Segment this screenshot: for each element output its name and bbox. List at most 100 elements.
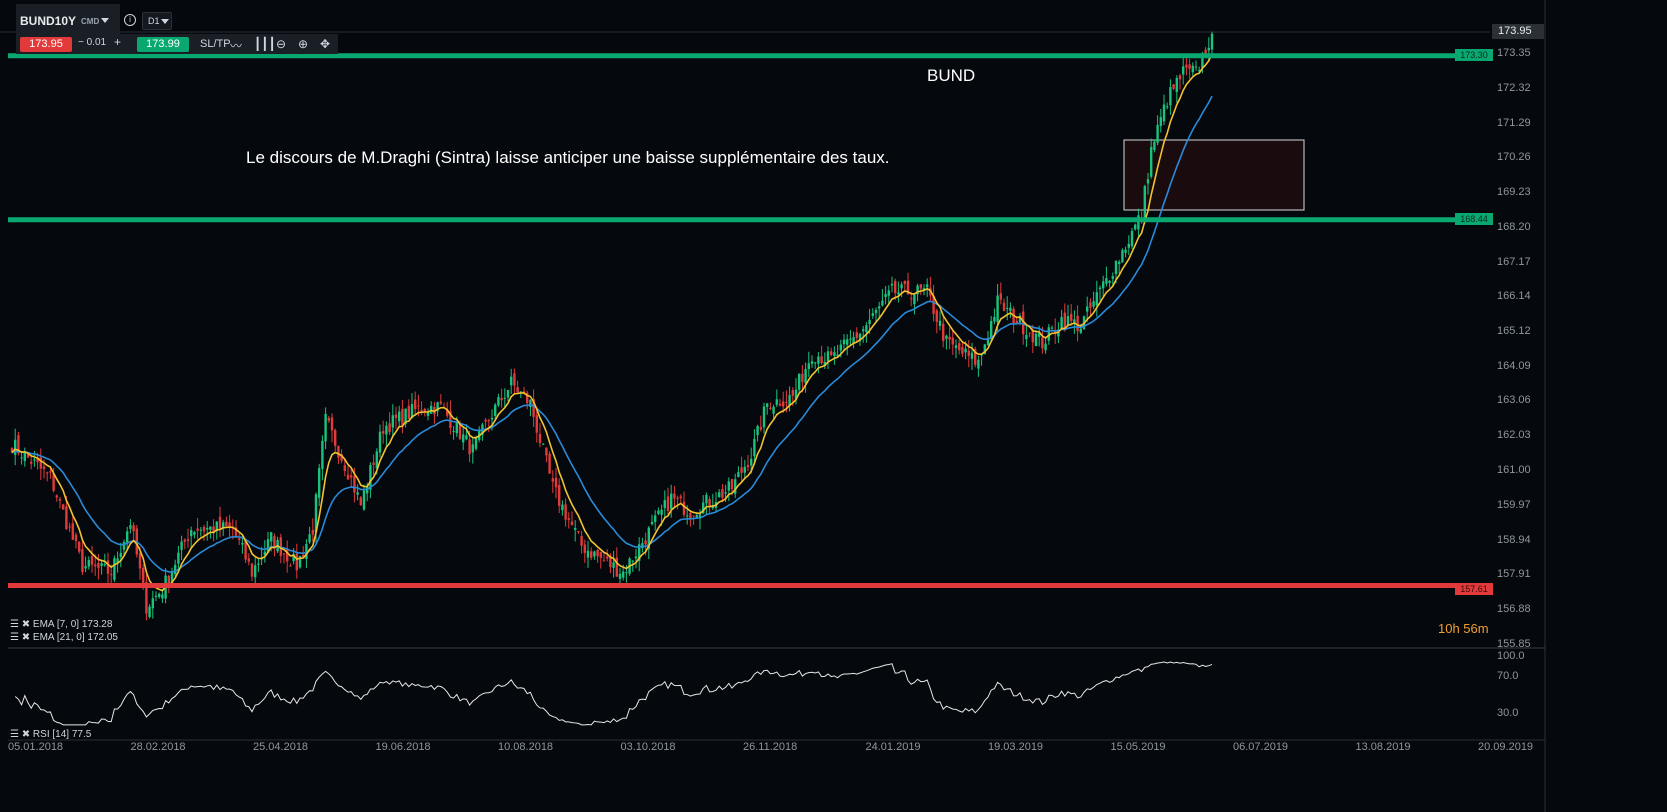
candle-body [452, 431, 455, 433]
candle-body [1031, 330, 1034, 343]
candle-body [798, 373, 801, 390]
candle-body [228, 522, 231, 527]
price-tick: 168.20 [1497, 220, 1531, 233]
candle-body [474, 438, 478, 449]
candle-body [724, 492, 727, 494]
close-icon[interactable]: ✖ [22, 632, 30, 643]
sell-button[interactable]: 173.95 [20, 37, 72, 52]
candle-body [890, 283, 894, 286]
candle-body [382, 431, 385, 434]
decrease-button[interactable]: − [78, 37, 84, 48]
candle-body [545, 447, 548, 456]
close-icon[interactable]: ✖ [22, 619, 30, 630]
candle-body [801, 373, 804, 382]
candle-body [1130, 230, 1134, 247]
candle-body [708, 499, 711, 506]
candle-body [62, 504, 65, 510]
candle-body [484, 419, 487, 422]
zoom-out-icon[interactable]: ⊖ [276, 37, 286, 51]
quantity-field[interactable]: − 0.01 [78, 37, 106, 48]
candle-body [993, 316, 996, 322]
candle-body [753, 438, 756, 457]
increase-button[interactable]: + [114, 35, 121, 49]
candle-body [487, 420, 490, 422]
candle-body [324, 413, 327, 442]
candle-body [772, 406, 775, 414]
candle-body [494, 404, 497, 416]
timeframe-selector[interactable]: D1 [142, 12, 172, 30]
candle-body [1188, 64, 1191, 69]
candle-body [676, 497, 679, 499]
candle-body [718, 492, 721, 498]
candle-body [78, 541, 81, 552]
candle-body [87, 559, 90, 567]
candle-body [964, 348, 967, 353]
candle-body [679, 496, 682, 499]
candle-body [1166, 106, 1169, 108]
candle-body [900, 284, 903, 289]
line-chart-icon[interactable]: 〰 [230, 37, 242, 54]
info-icon[interactable]: i [124, 14, 136, 26]
candle-body [202, 526, 206, 532]
close-icon[interactable]: ✖ [22, 729, 30, 740]
candle-body [705, 494, 708, 504]
candle-body [42, 466, 46, 470]
candle-body [743, 466, 746, 473]
candle-body [686, 515, 689, 517]
candle-body [94, 564, 97, 567]
quantity-value: 0.01 [86, 37, 107, 48]
pan-icon[interactable]: ✥ [320, 37, 330, 51]
candle-body [186, 539, 190, 541]
candle-body [503, 397, 506, 399]
candle-body [1060, 316, 1063, 329]
candle-body [657, 510, 660, 514]
candle-body [14, 439, 17, 455]
candle-body [593, 551, 596, 557]
candle-body [551, 478, 554, 482]
settings-icon[interactable]: ☰ [10, 632, 19, 643]
buy-button[interactable]: 173.99 [137, 37, 189, 52]
zoom-in-icon[interactable]: ⊕ [298, 37, 308, 51]
candle-body [654, 515, 657, 522]
sltp-button[interactable]: SL/TP [200, 38, 231, 50]
rsi-legend[interactable]: ☰ ✖ RSI [14] 77.5 [10, 729, 91, 740]
candle-body [1169, 87, 1172, 106]
candle-body [295, 553, 298, 571]
price-tick: 155.85 [1497, 637, 1531, 650]
candle-body [750, 458, 753, 466]
candle-body [935, 310, 938, 322]
candle-body [1146, 179, 1150, 184]
level-label-157-61: 157.61 [1455, 583, 1493, 595]
settings-icon[interactable]: ☰ [10, 619, 19, 630]
date-tick: 15.05.2019 [1110, 741, 1166, 753]
date-tick: 03.10.2018 [620, 741, 676, 753]
candle-body [270, 532, 273, 542]
price-chart[interactable] [0, 0, 1667, 812]
ema21-legend[interactable]: ☰ ✖ EMA [21, 0] 172.05 [10, 632, 118, 643]
candle-body [119, 552, 122, 558]
candle-body [1114, 260, 1118, 274]
candle-body [567, 518, 570, 520]
candle-body [961, 347, 964, 354]
candlestick-icon[interactable]: ┃┃┃ [254, 37, 276, 51]
candle-body [46, 472, 49, 474]
candle-body [103, 563, 106, 565]
candle-body [490, 417, 494, 420]
candle-body [122, 542, 126, 550]
candle-body [996, 295, 999, 322]
candle-body [785, 401, 788, 403]
rsi-line [14, 661, 1213, 726]
candle-body [148, 606, 151, 618]
date-tick: 28.02.2018 [130, 741, 186, 753]
date-tick: 20.09.2019 [1478, 741, 1534, 753]
price-tick: 172.32 [1497, 81, 1531, 94]
candle-body [1050, 327, 1054, 329]
candle-body [196, 528, 199, 531]
settings-icon[interactable]: ☰ [10, 729, 19, 740]
candle-body [782, 401, 785, 407]
date-tick: 06.07.2019 [1233, 741, 1289, 753]
candle-body [660, 509, 663, 515]
symbol-selector[interactable]: BUND10Y CMD [16, 4, 120, 34]
candle-body [167, 576, 170, 584]
ema7-legend[interactable]: ☰ ✖ EMA [7, 0] 173.28 [10, 619, 112, 630]
